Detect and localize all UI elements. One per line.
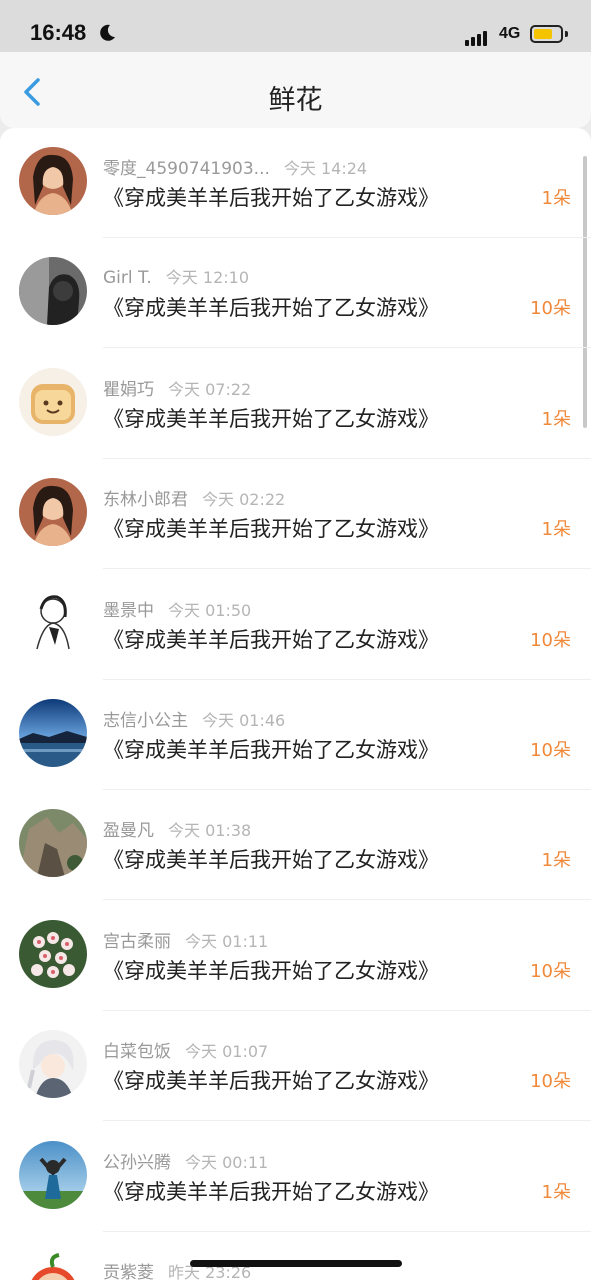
username[interactable]: 公孙兴腾 今天 00:11 (103, 1148, 268, 1173)
flower-count: 10朵 (530, 960, 571, 982)
flower-count: 1朵 (541, 850, 571, 872)
fruit-avatar[interactable] (19, 1251, 87, 1280)
status-bar: 16:48 4G (0, 0, 591, 52)
rock-cliff-avatar[interactable] (19, 809, 87, 878)
list-item[interactable]: 瞿娟巧 今天 07:22 《穿成美羊羊后我开始了乙女游戏》 1朵 (0, 349, 591, 459)
dark-portrait-avatar[interactable] (19, 257, 87, 326)
username-text: 零度_4590741903... (103, 159, 270, 179)
person-sky-avatar[interactable] (19, 1140, 87, 1209)
username[interactable]: 东林小郎君 今天 02:22 (103, 485, 285, 510)
signal-icon (465, 27, 489, 46)
list-item[interactable]: 盈曼凡 今天 01:38 《穿成美羊羊后我开始了乙女游戏》 1朵 (0, 790, 591, 901)
username-text: 墨景中 (103, 600, 154, 621)
flower-count: 10朵 (530, 629, 571, 651)
toast-bread-avatar[interactable] (19, 367, 87, 436)
username-text: 盈曼凡 (103, 821, 154, 842)
list-item[interactable]: 志信小公主 今天 01:46 《穿成美羊羊后我开始了乙女游戏》 10朵 (0, 680, 591, 790)
list-item[interactable]: 白菜包饭 今天 01:07 《穿成美羊羊后我开始了乙女游戏》 10朵 (0, 1011, 591, 1122)
timestamp: 今天 01:11 (185, 931, 269, 951)
username-text: 瞿娟巧 (103, 379, 154, 400)
flower-count: 1朵 (541, 1181, 571, 1203)
book-title[interactable]: 《穿成美羊羊后我开始了乙女游戏》 (103, 403, 439, 433)
username[interactable]: 白菜包饭 今天 01:07 (103, 1037, 268, 1062)
username[interactable]: 墨景中 今天 01:50 (103, 596, 251, 621)
book-title[interactable]: 《穿成美羊羊后我开始了乙女游戏》 (103, 182, 439, 212)
moon-icon (100, 24, 115, 41)
timestamp: 今天 00:11 (185, 1152, 269, 1172)
book-title[interactable]: 《穿成美羊羊后我开始了乙女游戏》 (103, 1065, 439, 1095)
username[interactable]: 宫古柔丽 今天 01:11 (103, 927, 268, 952)
book-title[interactable]: 《穿成美羊羊后我开始了乙女游戏》 (103, 513, 439, 543)
username-text: 贡紫菱 (103, 1263, 154, 1280)
portrait-woman-avatar[interactable] (19, 147, 87, 215)
book-title[interactable]: 《穿成美羊羊后我开始了乙女游戏》 (103, 1176, 439, 1206)
landscape-lake-avatar[interactable] (19, 699, 87, 767)
list-item[interactable]: 墨景中 今天 01:50 《穿成美羊羊后我开始了乙女游戏》 10朵 (0, 570, 591, 680)
status-time: 16:48 (30, 20, 87, 45)
username[interactable]: 零度_4590741903... 今天 14:24 (103, 154, 367, 179)
flowers-avatar[interactable] (19, 919, 87, 988)
list-item[interactable]: 贡紫菱 昨天 23:26 (0, 1232, 591, 1280)
nav-bar: 鲜花 (0, 52, 591, 128)
anime-character-avatar[interactable] (19, 1030, 87, 1099)
flower-list[interactable]: 零度_4590741903... 今天 14:24 《穿成美羊羊后我开始了乙女游戏》… (0, 128, 591, 1280)
book-title[interactable]: 《穿成美羊羊后我开始了乙女游戏》 (103, 955, 439, 985)
portrait-woman-avatar[interactable] (19, 478, 87, 547)
username-text: 宫古柔丽 (103, 931, 171, 952)
flower-count: 1朵 (541, 188, 571, 209)
home-indicator[interactable] (190, 1260, 402, 1267)
flower-count: 10朵 (530, 1071, 571, 1093)
timestamp: 今天 01:38 (168, 821, 252, 841)
page-title: 鲜花 (268, 85, 323, 116)
battery-tip (565, 31, 568, 37)
battery-icon (530, 25, 563, 43)
username-text: 公孙兴腾 (103, 1152, 171, 1173)
username-text: 白菜包饭 (103, 1042, 171, 1063)
timestamp: 今天 01:07 (185, 1042, 269, 1062)
username[interactable]: 盈曼凡 今天 01:38 (103, 816, 251, 841)
username-text: Girl T. (103, 268, 152, 289)
username[interactable]: 志信小公主 今天 01:46 (103, 706, 285, 731)
username-text: 东林小郎君 (103, 490, 188, 511)
timestamp: 今天 01:50 (168, 600, 252, 620)
network-label: 4G (499, 25, 521, 42)
book-title[interactable]: 《穿成美羊羊后我开始了乙女游戏》 (103, 844, 439, 874)
book-title[interactable]: 《穿成美羊羊后我开始了乙女游戏》 (103, 734, 439, 764)
timestamp: 今天 14:24 (283, 159, 368, 178)
flower-count: 1朵 (541, 408, 571, 430)
flower-count: 10朵 (530, 740, 571, 761)
timestamp: 今天 02:22 (202, 490, 286, 510)
list-item[interactable]: 公孙兴腾 今天 00:11 《穿成美羊羊后我开始了乙女游戏》 1朵 (0, 1122, 591, 1232)
sketch-avatar[interactable] (19, 588, 87, 657)
list-item[interactable]: 东林小郎君 今天 02:22 《穿成美羊羊后我开始了乙女游戏》 1朵 (0, 459, 591, 570)
flower-count: 10朵 (530, 298, 571, 320)
book-title[interactable]: 《穿成美羊羊后我开始了乙女游戏》 (103, 624, 439, 654)
timestamp: 今天 07:22 (168, 379, 252, 399)
username[interactable]: 瞿娟巧 今天 07:22 (103, 375, 251, 400)
timestamp: 今天 12:10 (165, 268, 249, 288)
username[interactable]: Girl T. 今天 12:10 (103, 264, 249, 288)
username-text: 志信小公主 (103, 711, 188, 731)
book-title[interactable]: 《穿成美羊羊后我开始了乙女游戏》 (103, 292, 439, 322)
list-item[interactable]: 宫古柔丽 今天 01:11 《穿成美羊羊后我开始了乙女游戏》 10朵 (0, 901, 591, 1011)
list-item[interactable]: 零度_4590741903... 今天 14:24 《穿成美羊羊后我开始了乙女游戏》… (0, 128, 591, 238)
timestamp: 今天 01:46 (202, 711, 286, 730)
list-item[interactable]: Girl T. 今天 12:10 《穿成美羊羊后我开始了乙女游戏》 10朵 (0, 238, 591, 349)
flower-count: 1朵 (541, 519, 571, 541)
